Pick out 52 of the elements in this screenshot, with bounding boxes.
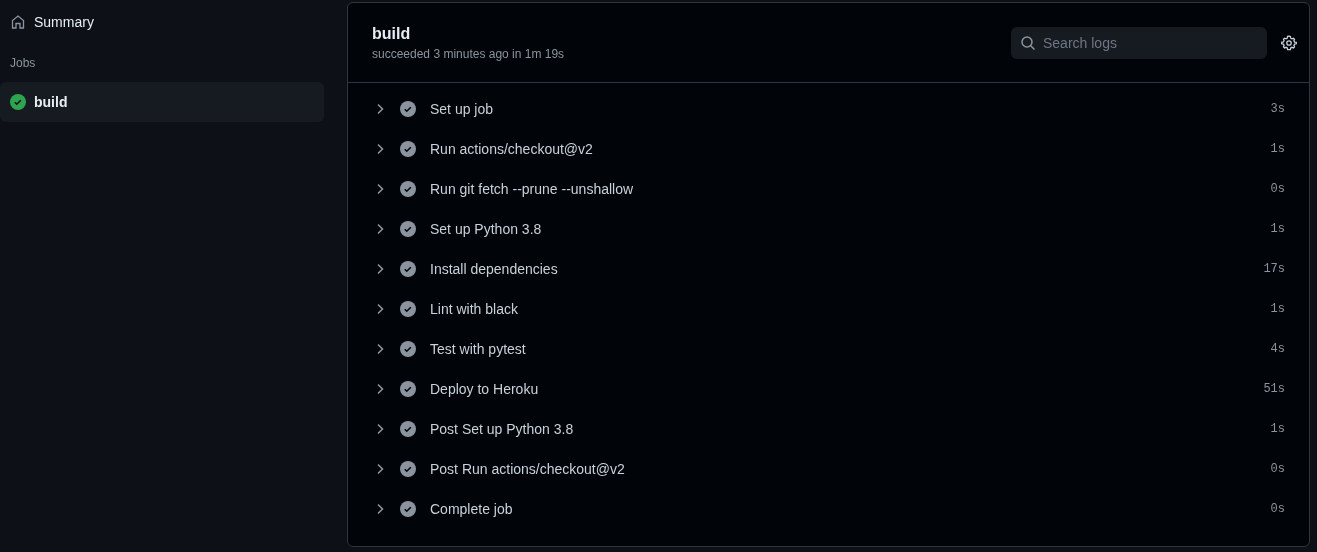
step-name: Lint with black <box>430 301 519 317</box>
step-name: Run git fetch --prune --unshallow <box>430 181 635 197</box>
job-status-text: succeeded 3 minutes ago in 1m 19s <box>372 46 566 61</box>
step-duration: 1s <box>1270 142 1285 156</box>
step-row[interactable]: Lint with black 1s <box>348 289 1309 329</box>
step-duration: 3s <box>1270 102 1285 116</box>
step-name: Post Run actions/checkout@v2 <box>430 461 626 477</box>
step-name: Test with pytest <box>430 341 527 357</box>
jobs-heading: Jobs <box>9 55 37 72</box>
step-row[interactable]: Deploy to Heroku 51s <box>348 369 1309 409</box>
step-name: Install dependencies <box>430 261 559 277</box>
step-name: Deploy to Heroku <box>430 381 540 397</box>
step-duration: 0s <box>1270 182 1285 196</box>
step-row[interactable]: Complete job 0s <box>348 489 1309 529</box>
step-row[interactable]: Install dependencies 17s <box>348 249 1309 289</box>
check-circle-icon <box>400 261 416 277</box>
step-row[interactable]: Post Run actions/checkout@v2 0s <box>348 449 1309 489</box>
job-item[interactable]: build <box>0 82 324 122</box>
check-circle-icon <box>400 421 416 437</box>
step-name: Set up Python 3.8 <box>430 221 543 237</box>
step-row[interactable]: Set up Python 3.8 1s <box>348 209 1309 249</box>
step-row[interactable]: Test with pytest 4s <box>348 329 1309 369</box>
step-row[interactable]: Set up job 3s <box>348 89 1309 129</box>
search-field[interactable]: Search logs <box>1011 26 1267 59</box>
step-duration: 17s <box>1263 262 1285 276</box>
step-duration: 1s <box>1270 222 1285 236</box>
home-icon <box>10 14 26 30</box>
step-name: Post Set up Python 3.8 <box>430 421 575 437</box>
step-duration: 51s <box>1263 382 1285 396</box>
check-circle-icon <box>400 461 416 477</box>
check-circle-icon <box>400 301 416 317</box>
check-circle-icon <box>400 141 416 157</box>
check-circle-icon <box>400 101 416 117</box>
step-row[interactable]: Post Set up Python 3.8 1s <box>348 409 1309 449</box>
step-duration: 0s <box>1270 502 1285 516</box>
check-circle-icon <box>400 221 416 237</box>
step-row[interactable]: Run actions/checkout@v2 1s <box>348 129 1309 169</box>
check-circle-icon <box>400 181 416 197</box>
check-circle-icon <box>400 381 416 397</box>
summary-link[interactable]: Summary <box>0 8 324 36</box>
step-duration: 1s <box>1270 422 1285 436</box>
step-duration: 0s <box>1270 462 1285 476</box>
check-circle-icon <box>400 341 416 357</box>
settings-icon[interactable] <box>1281 34 1297 51</box>
step-name: Run actions/checkout@v2 <box>430 141 594 157</box>
step-name: Complete job <box>430 501 514 517</box>
step-duration: 1s <box>1270 302 1285 316</box>
job-title: build <box>372 24 412 43</box>
step-row[interactable]: Run git fetch --prune --unshallow 0s <box>348 169 1309 209</box>
check-circle-icon <box>400 501 416 517</box>
step-duration: 4s <box>1270 342 1285 356</box>
step-name: Set up job <box>430 101 495 117</box>
